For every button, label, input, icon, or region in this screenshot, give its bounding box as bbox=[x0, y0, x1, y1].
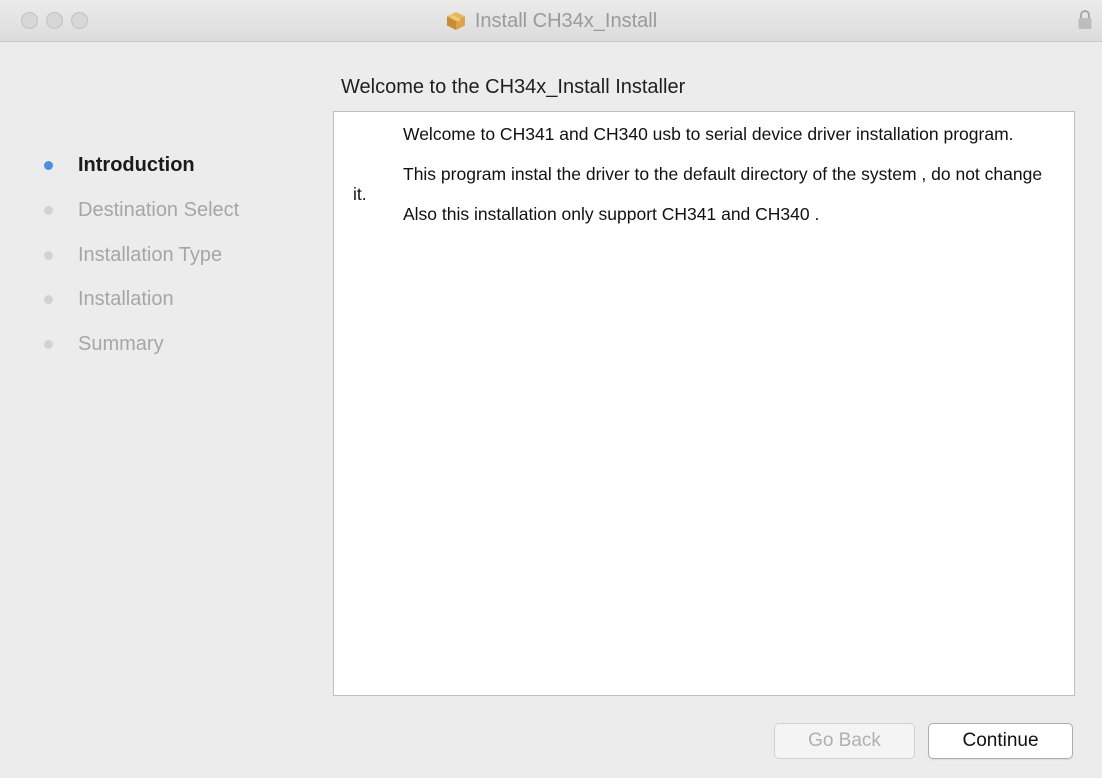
welcome-paragraph: Also this installation only support CH34… bbox=[403, 204, 820, 224]
welcome-paragraph: Welcome to CH341 and CH340 usb to serial… bbox=[403, 124, 1014, 144]
continue-button[interactable]: Continue bbox=[928, 723, 1073, 759]
step-label: Introduction bbox=[78, 153, 195, 176]
lock-icon bbox=[1078, 10, 1092, 29]
page-title: Welcome to the CH34x_Install Installer bbox=[341, 76, 686, 98]
welcome-paragraph: This program instal the driver to the de… bbox=[353, 164, 1043, 204]
step-bullet-icon bbox=[44, 250, 53, 260]
step-bullet-icon bbox=[44, 339, 53, 349]
step-label: Destination Select bbox=[78, 198, 240, 221]
package-icon bbox=[446, 12, 465, 30]
window-title-group: Install CH34x_Install bbox=[0, 0, 1102, 42]
step-label: Installation Type bbox=[78, 243, 223, 266]
installer-steps-sidebar: Introduction Destination Select Installa… bbox=[0, 42, 330, 778]
step-bullet-icon bbox=[44, 205, 53, 215]
step-label: Summary bbox=[78, 332, 164, 355]
welcome-text-area[interactable]: Welcome to CH341 and CH340 usb to serial… bbox=[333, 111, 1075, 696]
installer-window: Install CH34x_Install Introduction Desti… bbox=[0, 0, 1102, 778]
title-bar[interactable]: Install CH34x_Install bbox=[0, 0, 1102, 42]
step-bullet-icon bbox=[44, 160, 53, 170]
go-back-button[interactable]: Go Back bbox=[774, 723, 915, 759]
step-label: Installation bbox=[78, 287, 174, 310]
window-title: Install CH34x_Install bbox=[474, 9, 658, 32]
step-bullet-icon bbox=[44, 294, 53, 304]
